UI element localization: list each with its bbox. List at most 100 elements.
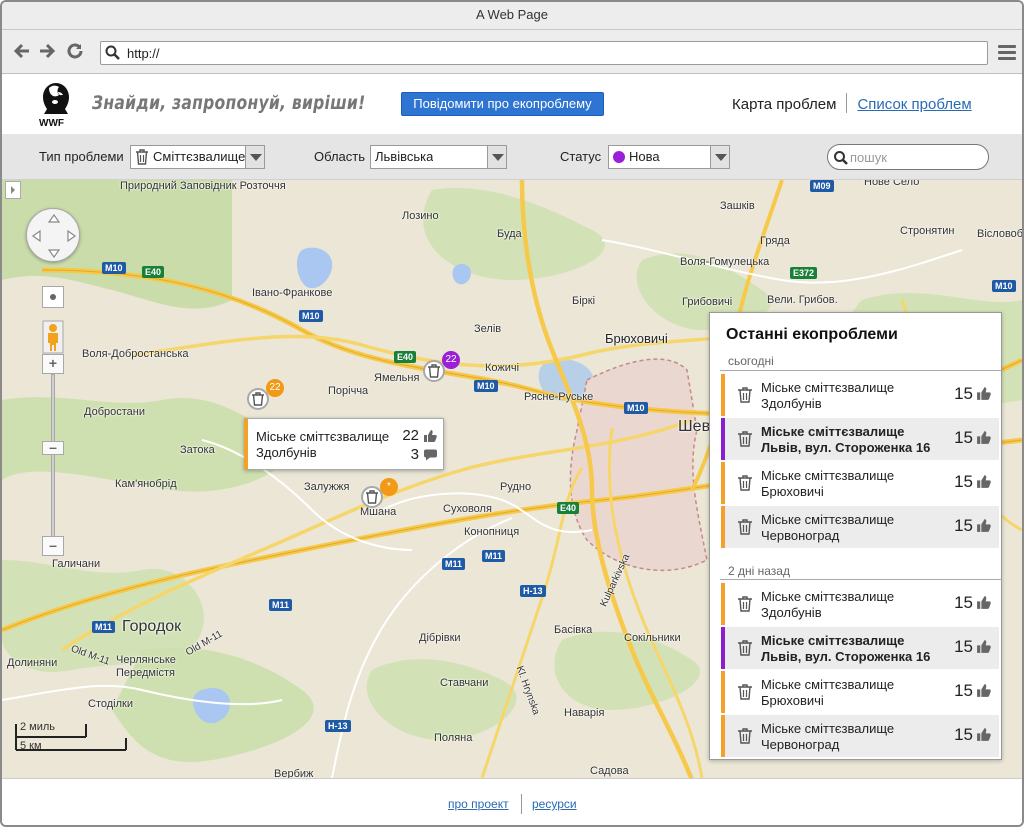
chevron-down-icon[interactable]: [710, 146, 729, 168]
logo-text: WWF: [39, 118, 64, 128]
site-header: WWF Знайди, запропонуй, виріши! Повідоми…: [2, 74, 1022, 134]
comment-icon[interactable]: [423, 449, 438, 462]
reload-icon[interactable]: [65, 41, 85, 61]
type-filter-select[interactable]: Сміттєзвалище: [130, 145, 265, 169]
thumbs-up-icon[interactable]: [976, 639, 991, 654]
panel-title: Останні екопроблеми: [726, 326, 898, 343]
map-label: Мшана: [360, 506, 397, 518]
filter-bar: Тип проблеми Сміттєзвалище Область Львів…: [2, 134, 1022, 180]
window-title: A Web Page: [2, 2, 1022, 30]
road-shield: M11: [442, 558, 466, 570]
address-bar[interactable]: http://: [100, 41, 988, 65]
item-title: Міське сміттєзвалище: [761, 677, 895, 692]
road-shield: M11: [269, 599, 293, 611]
zoom-in-button[interactable]: +: [42, 354, 64, 374]
problem-list-item[interactable]: Міське сміттєзвалище Червоноград 15: [721, 715, 999, 757]
search-icon: [105, 45, 120, 60]
thumbs-up-icon[interactable]: [976, 386, 991, 401]
problem-list-item[interactable]: Міське сміттєзвалище Здолбунів 15: [721, 374, 999, 416]
map-label: Кожичі: [485, 362, 520, 374]
footer-resources-link[interactable]: ресурси: [532, 797, 577, 811]
thumbs-up-icon[interactable]: [976, 430, 991, 445]
map-label: Нове Село: [864, 180, 920, 188]
map-label: Вісловоб: [977, 228, 1022, 240]
footer-about-link[interactable]: про проект: [448, 797, 509, 811]
map-label: Зелів: [474, 323, 502, 335]
search-input[interactable]: пошук: [827, 144, 989, 170]
zoom-slider-handle[interactable]: –: [42, 440, 64, 455]
item-title: Міське сміттєзвалище: [761, 380, 895, 395]
wwf-panda-logo[interactable]: WWF: [36, 80, 76, 128]
hamburger-menu-icon[interactable]: [998, 45, 1016, 61]
target-icon: [50, 294, 56, 300]
status-filter-select[interactable]: Нова: [608, 145, 730, 169]
search-icon: [834, 151, 848, 165]
chevron-down-icon[interactable]: [245, 146, 264, 168]
trash-icon: [366, 490, 378, 504]
map-label: Воля-Добростанська: [82, 348, 189, 360]
road-shield: E40: [142, 266, 165, 278]
map-label: Кам'янобрід: [115, 478, 177, 490]
item-votes: 15: [954, 637, 973, 656]
marker-count-badge: 22: [442, 351, 460, 369]
thumbs-up-icon[interactable]: [976, 683, 991, 698]
expand-sidebar-button[interactable]: [5, 181, 21, 199]
problem-list-item[interactable]: Міське сміттєзвалище Здолбунів 15: [721, 583, 999, 625]
map-label: Гряда: [760, 235, 790, 247]
problem-list-item[interactable]: Міське сміттєзвалище Червоноград 15: [721, 506, 999, 548]
map-label: Суховоля: [443, 503, 492, 515]
map-label: Воля-Гомулецька: [680, 256, 770, 268]
back-arrow-icon[interactable]: [12, 41, 32, 61]
map-label: Басівка: [554, 624, 593, 636]
group-divider: [720, 370, 1002, 371]
map-label: Дібрівки: [419, 632, 461, 644]
trash-icon: [738, 475, 752, 491]
map-label: Стоділки: [88, 698, 133, 710]
thumbs-up-icon[interactable]: [976, 518, 991, 533]
thumbs-up-icon[interactable]: [976, 595, 991, 610]
marker-popup[interactable]: Міське сміттєзвалище Здолбунів 22 3: [244, 418, 444, 470]
report-problem-button[interactable]: Повідомити про екопроблему: [401, 92, 604, 116]
map-label: Долиняни: [7, 657, 58, 669]
type-filter-value: Сміттєзвалище: [153, 149, 245, 164]
map-label: Зашків: [720, 200, 755, 212]
thumbs-up-icon[interactable]: [976, 727, 991, 742]
zoom-slider-track[interactable]: [51, 374, 55, 544]
forward-arrow-icon[interactable]: [37, 41, 57, 61]
thumbs-up-icon[interactable]: [423, 429, 437, 443]
chevron-down-icon[interactable]: [487, 146, 506, 168]
nav-list-link[interactable]: Список проблем: [857, 96, 971, 113]
road-shield: H-13: [325, 720, 351, 732]
road-shield: M11: [92, 621, 116, 633]
location-button[interactable]: [42, 286, 64, 308]
road-shield: E40: [557, 502, 580, 514]
problem-list-item[interactable]: Міське сміттєзвалище Львів, вул. Стороже…: [721, 627, 999, 669]
map-label: Івано-Франкове: [252, 287, 333, 299]
map-label: Вели. Грибов.: [767, 294, 838, 306]
item-votes: 15: [954, 681, 973, 700]
map-label: Стронятин: [900, 225, 955, 237]
problem-list-item[interactable]: Міське сміттєзвалище Львів, вул. Стороже…: [721, 418, 999, 460]
map-label: Черлянське Передмістя: [116, 654, 176, 679]
item-title: Міське сміттєзвалище: [761, 589, 895, 604]
road-shield: M10: [299, 310, 323, 322]
item-location: Львів, вул. Стороженка 16: [761, 440, 931, 455]
road-shield: M10: [102, 262, 126, 274]
marker-count-badge: 22: [266, 379, 284, 397]
trash-icon: [136, 149, 148, 165]
problem-list-item[interactable]: Міське сміттєзвалище Брюховичі 15: [721, 462, 999, 504]
trash-icon: [738, 431, 752, 447]
problem-list-item[interactable]: Міське сміттєзвалище Брюховичі 15: [721, 671, 999, 713]
pan-control[interactable]: [26, 208, 80, 262]
zoom-out-button[interactable]: –: [42, 536, 64, 556]
map-label: Природний Заповідник Розточчя: [120, 180, 286, 192]
group-label: 2 дні назад: [728, 564, 790, 578]
map-label: Сокільники: [624, 632, 681, 644]
item-title: Міське сміттєзвалище: [761, 424, 905, 439]
street-view-pegman[interactable]: [42, 320, 64, 354]
popup-likes-count: 22: [402, 427, 419, 444]
region-filter-select[interactable]: Львівська: [370, 145, 507, 169]
group-label: сьогодні: [728, 354, 774, 368]
thumbs-up-icon[interactable]: [976, 474, 991, 489]
nav-map-link[interactable]: Карта проблем: [732, 96, 836, 113]
